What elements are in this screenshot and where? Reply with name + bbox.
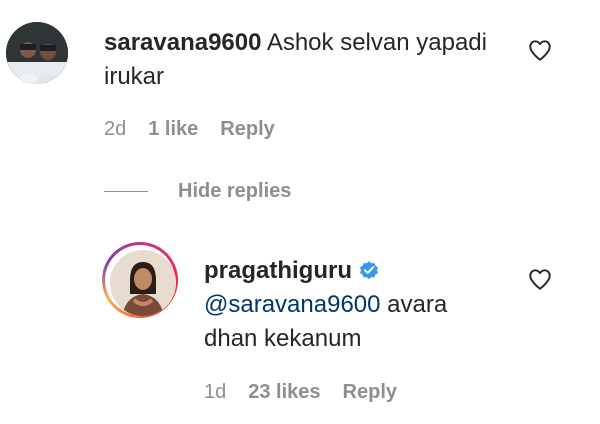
story-ring-gap bbox=[105, 245, 176, 316]
story-ring[interactable] bbox=[102, 242, 178, 318]
comment-text-block: saravana9600 Ashok selvan yapadi irukar bbox=[104, 26, 504, 94]
comment-meta: 2d 1 like Reply bbox=[104, 118, 275, 141]
heart-icon[interactable] bbox=[527, 266, 553, 292]
hide-replies-toggle[interactable]: Hide replies bbox=[104, 180, 291, 203]
avatar[interactable] bbox=[110, 250, 176, 316]
heart-icon[interactable] bbox=[527, 37, 553, 63]
comment-time[interactable]: 2d bbox=[104, 118, 126, 141]
comment-username[interactable]: saravana9600 bbox=[104, 29, 261, 56]
reply-button[interactable]: Reply bbox=[343, 381, 397, 404]
hide-replies-label: Hide replies bbox=[178, 180, 292, 202]
comment-text-block: pragathiguru @saravana9600 avara dhan ke… bbox=[204, 254, 504, 356]
comment-time[interactable]: 1d bbox=[204, 381, 226, 404]
comment-meta: 1d 23 likes Reply bbox=[204, 381, 397, 404]
comment-username[interactable]: pragathiguru bbox=[204, 257, 352, 284]
comment-likes[interactable]: 1 like bbox=[148, 118, 198, 141]
avatar-photo-icon bbox=[6, 22, 68, 84]
comment-likes[interactable]: 23 likes bbox=[248, 381, 320, 404]
reply-button[interactable]: Reply bbox=[220, 118, 274, 141]
mention-link[interactable]: @saravana9600 bbox=[204, 291, 380, 318]
verified-badge-icon bbox=[360, 261, 378, 280]
replies-divider-line bbox=[104, 191, 148, 192]
avatar-photo-icon bbox=[110, 250, 176, 316]
avatar[interactable] bbox=[6, 22, 68, 84]
